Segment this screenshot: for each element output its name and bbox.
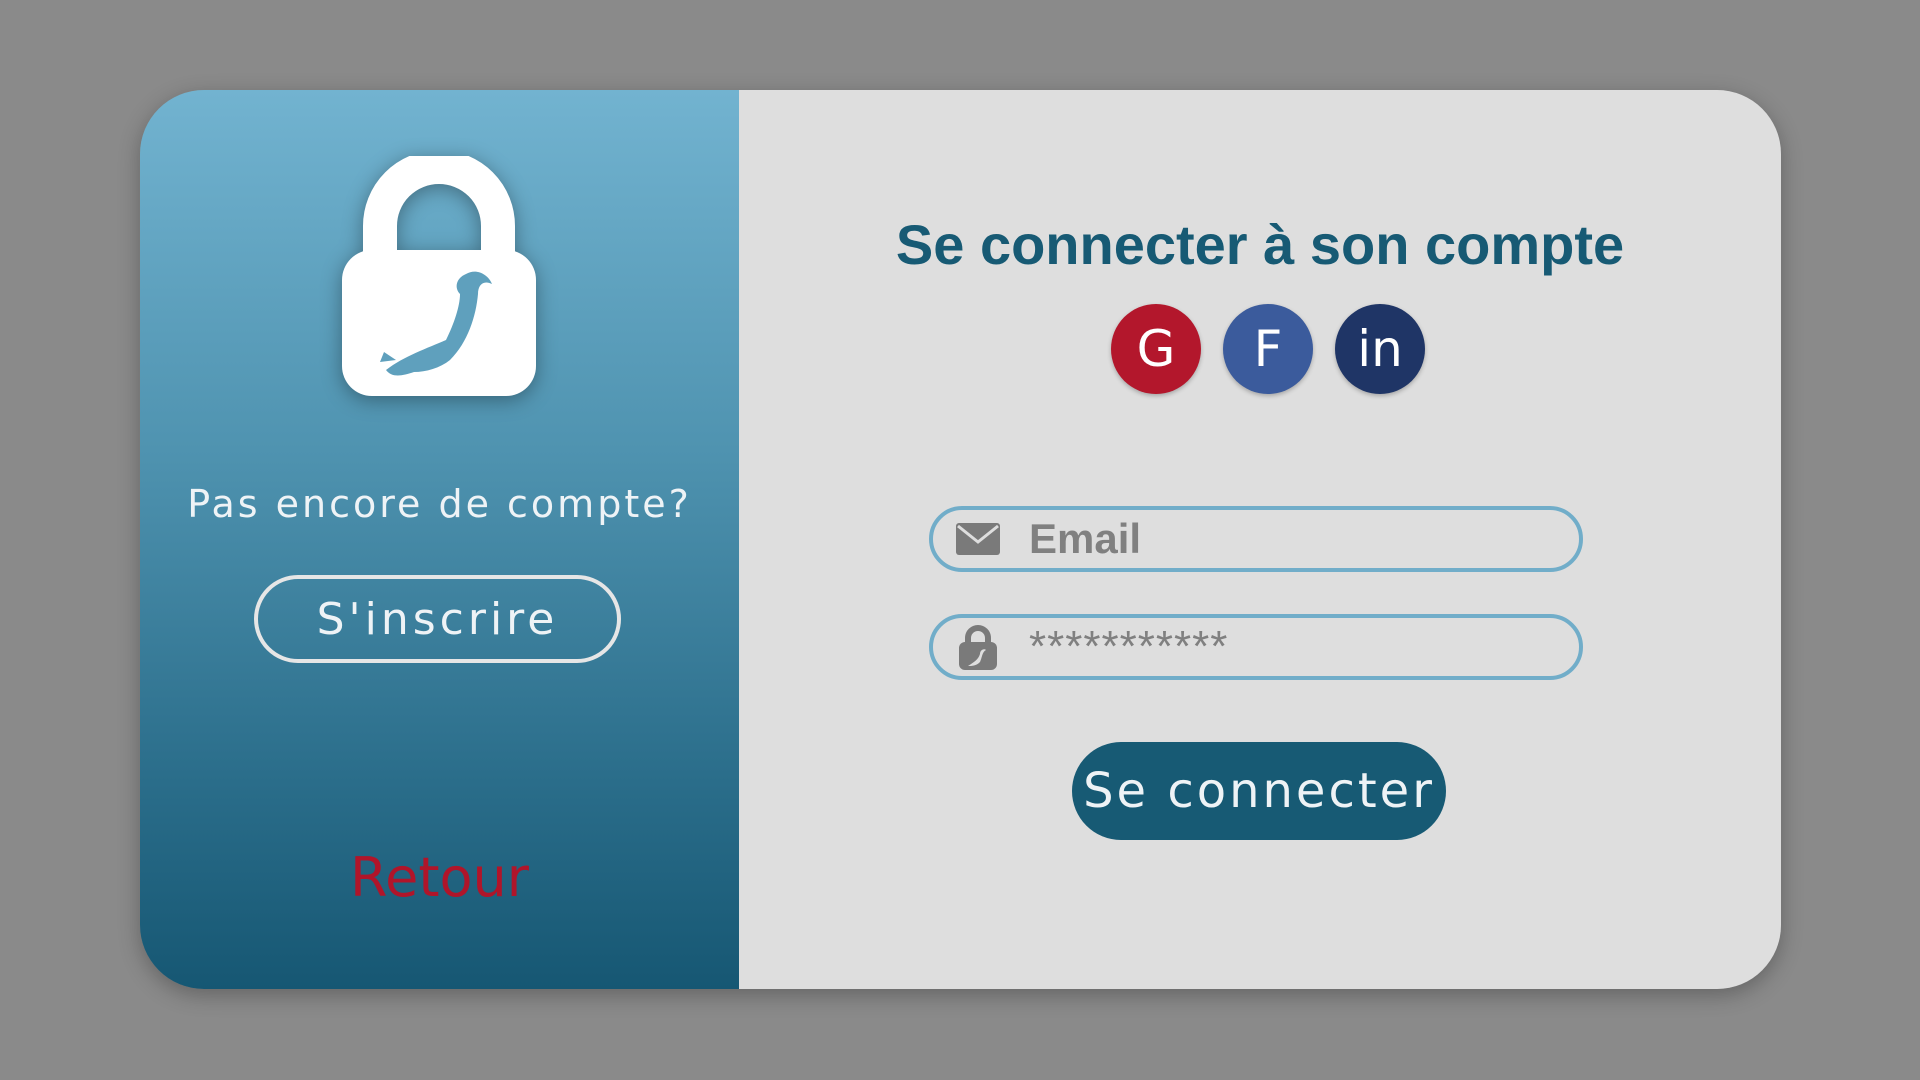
login-button[interactable]: Se connecter [1072, 742, 1446, 840]
linkedin-icon: in [1357, 320, 1403, 378]
signup-button[interactable]: S'inscrire [254, 575, 621, 663]
facebook-icon: F [1253, 320, 1283, 378]
lock-icon [955, 624, 1001, 670]
login-panel: Se connecter à son compte G F in Email *… [739, 90, 1781, 989]
password-field[interactable]: *********** [929, 614, 1583, 680]
no-account-text: Pas encore de compte? [187, 482, 692, 526]
google-icon: G [1136, 320, 1176, 378]
linkedin-login-button[interactable]: in [1335, 304, 1425, 394]
social-login-row: G F in [1111, 304, 1425, 394]
padlock-dinosaur-icon [342, 156, 536, 396]
login-title: Se connecter à son compte [895, 213, 1625, 276]
email-placeholder: Email [1029, 515, 1142, 562]
envelope-icon [955, 516, 1001, 562]
signup-panel: Pas encore de compte? S'inscrire Retour [140, 90, 739, 989]
password-value: *********** [1029, 622, 1229, 671]
google-login-button[interactable]: G [1111, 304, 1201, 394]
facebook-login-button[interactable]: F [1223, 304, 1313, 394]
login-card: Pas encore de compte? S'inscrire Retour … [140, 90, 1781, 989]
email-field[interactable]: Email [929, 506, 1583, 572]
back-link[interactable]: Retour [140, 846, 739, 909]
